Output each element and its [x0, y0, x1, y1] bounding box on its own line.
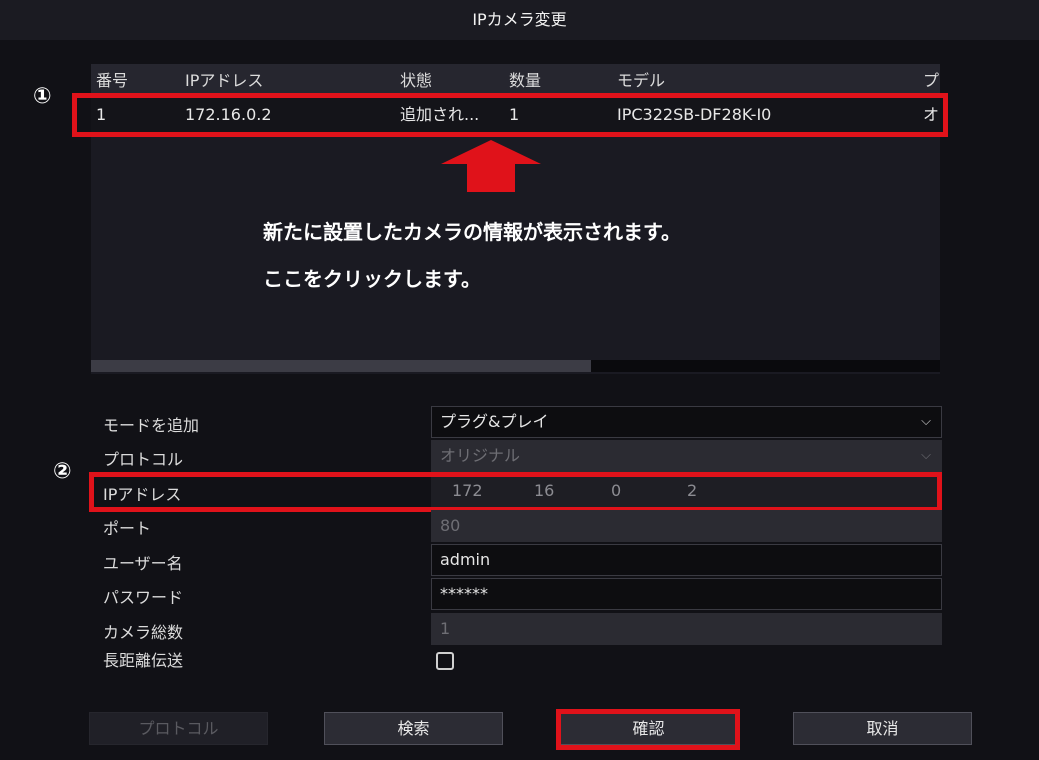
password-label: パスワード [103, 588, 184, 607]
long-distance-checkbox[interactable] [436, 652, 454, 670]
port-value: 80 [440, 516, 461, 535]
marker-2: ② [53, 459, 72, 484]
protocol-value: オリジナル [440, 446, 521, 465]
window-title: IPカメラ変更 [0, 0, 1039, 40]
add-mode-value: プラグ&プレイ [440, 412, 549, 431]
annotation-line-1: 新たに設置したカメラの情報が表示されます。 [263, 220, 681, 244]
chevron-down-icon: ⌵ [921, 414, 931, 429]
highlight-box-ip [89, 472, 942, 512]
add-mode-select[interactable]: プラグ&プレイ ⌵ [431, 406, 942, 438]
camera-total-field: 1 [431, 613, 942, 645]
highlight-box-row [72, 93, 948, 137]
username-value: admin [440, 550, 491, 569]
add-mode-label: モードを追加 [103, 416, 200, 435]
port-label: ポート [103, 519, 152, 538]
scrollbar-thumb[interactable] [91, 360, 591, 372]
protocol-select: オリジナル ⌵ [431, 440, 942, 472]
search-button[interactable]: 検索 [324, 712, 503, 745]
marker-1: ① [33, 84, 52, 109]
highlight-box-confirm [556, 709, 740, 750]
username-label: ユーザー名 [103, 554, 183, 573]
cancel-button[interactable]: 取消 [793, 712, 972, 745]
password-value: ****** [440, 584, 488, 603]
protocol-label: プロトコル [103, 450, 184, 469]
up-arrow-icon [441, 140, 541, 192]
camera-total-value: 1 [440, 619, 451, 638]
camera-total-label: カメラ総数 [103, 623, 184, 642]
port-field: 80 [431, 510, 942, 542]
password-field[interactable]: ****** [431, 578, 942, 610]
protocol-button: プロトコル [89, 712, 268, 745]
annotation-line-2: ここをクリックします。 [263, 267, 481, 291]
chevron-down-icon: ⌵ [921, 448, 931, 463]
username-field[interactable]: admin [431, 544, 942, 576]
long-distance-label: 長距離伝送 [103, 651, 184, 670]
horizontal-scrollbar[interactable] [91, 360, 940, 372]
